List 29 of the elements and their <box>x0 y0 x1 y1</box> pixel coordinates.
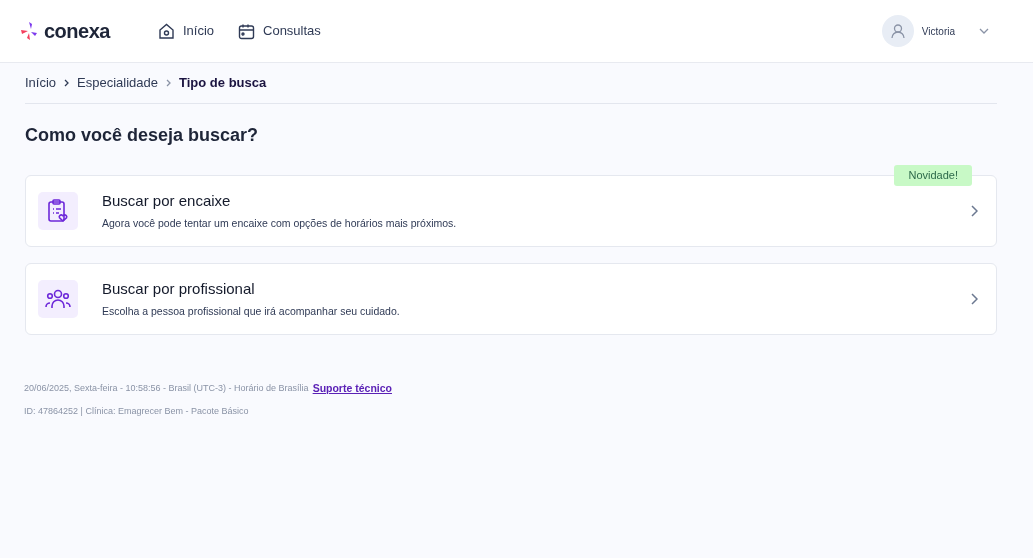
logo-icon <box>20 21 40 41</box>
breadcrumb-current: Tipo de busca <box>179 74 267 93</box>
breadcrumb-link[interactable]: Início <box>25 73 57 93</box>
account-info: ID: 47864252 | Clínica: Emagrecer Bem - Pacote Básico <box>24 404 250 418</box>
option-title: Buscar por encaixe <box>102 190 232 211</box>
option-description: Agora você pode tentar um encaixe com opções de horários mais próximos. <box>102 216 457 232</box>
new-badge: Novidade! <box>894 165 972 186</box>
chevron-right-icon <box>971 205 978 217</box>
logo-text: conexa <box>44 19 110 44</box>
chevron-right-icon <box>64 79 70 87</box>
people-icon <box>45 289 71 309</box>
option-title: Buscar por profissional <box>102 278 256 299</box>
avatar[interactable] <box>881 15 914 47</box>
page-title: Como você deseja buscar? <box>25 124 260 147</box>
nav-link[interactable]: Início <box>157 21 214 41</box>
option-description: Escolha a pessoa profissional que irá acompanhar seu cuidado. <box>102 304 400 320</box>
chevron-down-icon[interactable] <box>979 28 989 34</box>
chevron-right-icon <box>971 293 978 305</box>
user-icon <box>890 23 905 39</box>
user-name[interactable]: Victoria <box>921 23 955 39</box>
calendar-icon <box>238 22 255 40</box>
breadcrumb-link[interactable]: Especialidade <box>77 73 159 93</box>
support-link[interactable]: Suporte técnico <box>312 381 392 397</box>
home-icon <box>157 22 175 40</box>
nav-link[interactable]: Consultas <box>238 21 321 41</box>
chevron-right-icon <box>166 79 172 87</box>
clipboard-heart-icon <box>47 199 69 223</box>
timestamp-text: 20/06/2025, Sexta-feira - 10:58:56 - Brasil (UTC-3) - Horário de Brasília <box>24 382 309 396</box>
option-card[interactable]: Buscar por profissional Escolha a pessoa profissional que irá acompanhar seu cuidado. <box>25 263 997 335</box>
